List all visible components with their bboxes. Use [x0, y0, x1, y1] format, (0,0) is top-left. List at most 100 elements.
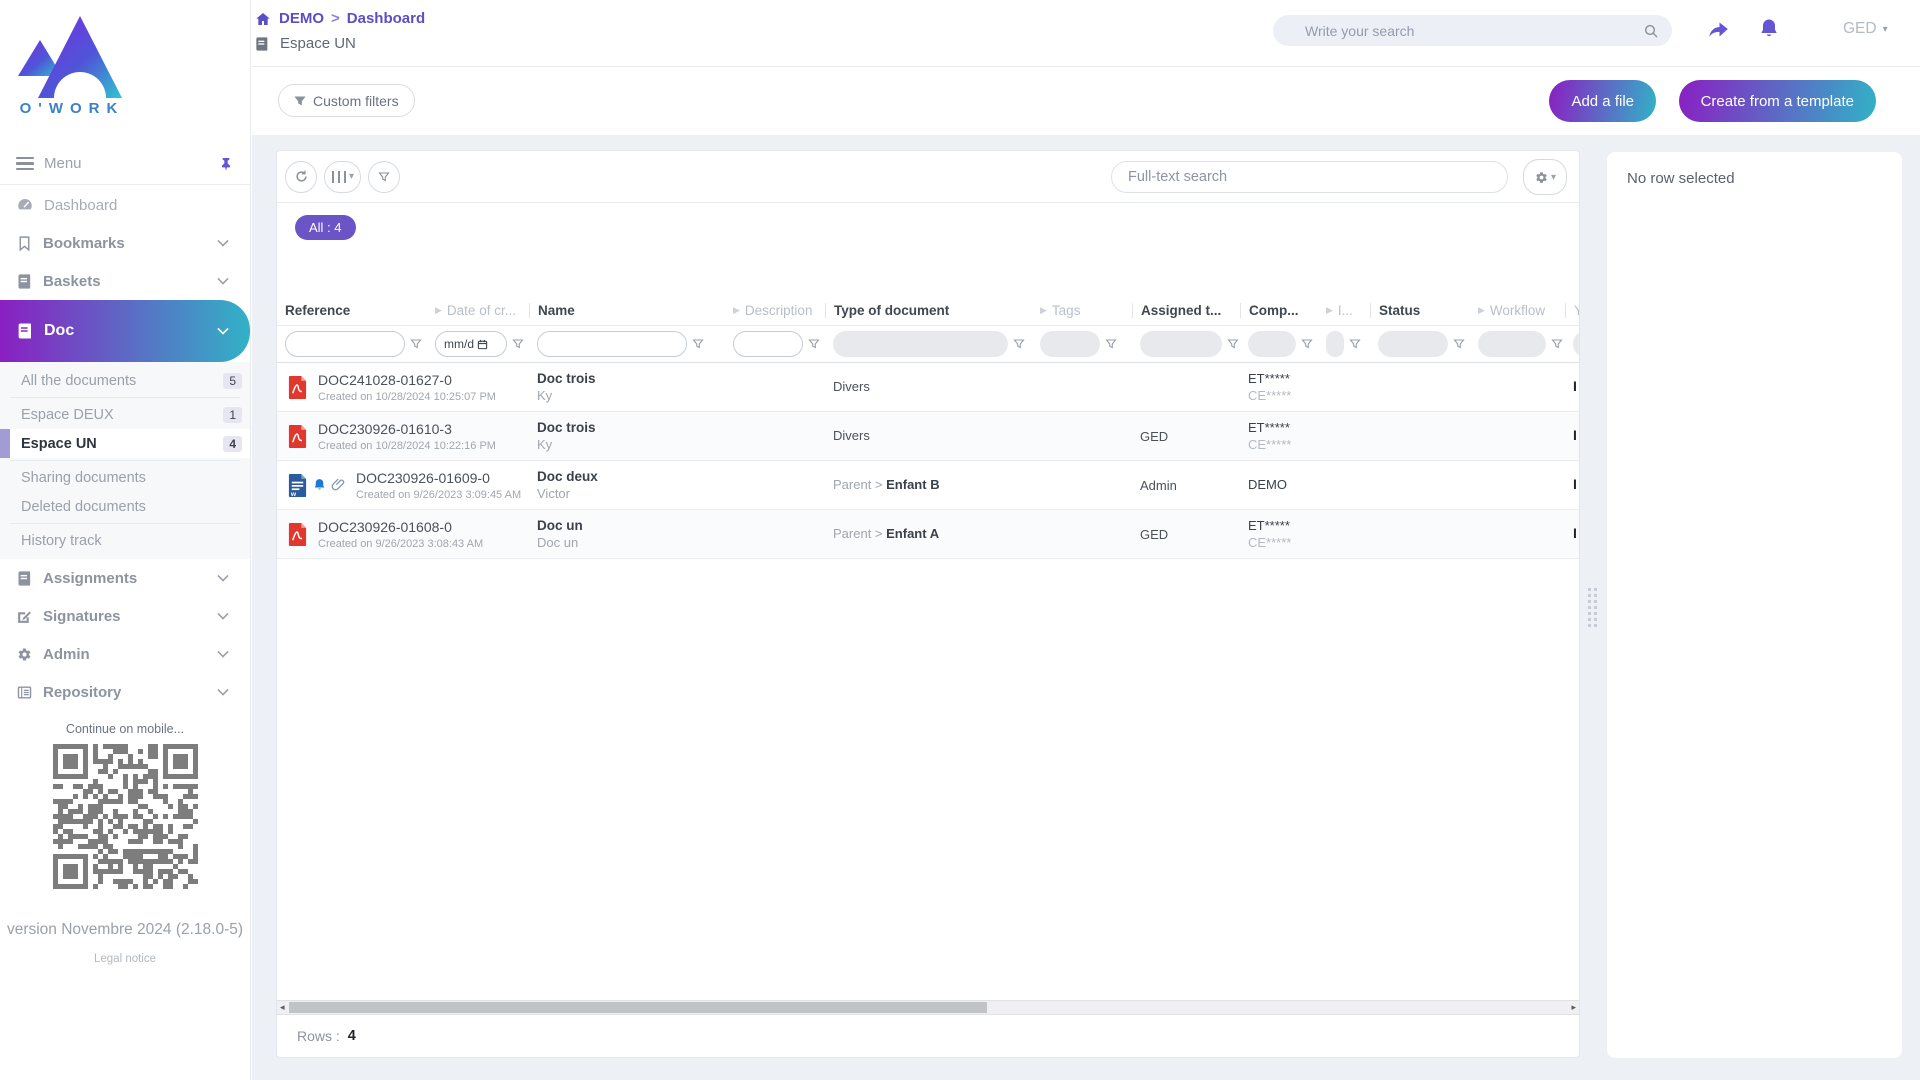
y-filter-input[interactable]: [1573, 331, 1579, 357]
chevron-down-icon: ▾: [1550, 171, 1557, 183]
table-settings-button[interactable]: ▾: [1523, 159, 1567, 195]
chevron-down-icon: [217, 323, 229, 335]
breadcrumb-root[interactable]: DEMO: [279, 10, 324, 27]
document-created: Created on 10/28/2024 10:22:16 PM: [318, 439, 496, 452]
chevron-down-icon: [217, 684, 229, 696]
status-filter-input[interactable]: [1378, 331, 1448, 357]
chevron-down-icon: [217, 608, 229, 620]
funnel-icon: [692, 339, 704, 349]
table-row[interactable]: DOC241028-01627-0 Created on 10/28/2024 …: [277, 363, 1579, 412]
column-header-workflow[interactable]: ▶ Workflow: [1470, 303, 1565, 318]
word-file-icon: w: [288, 473, 307, 498]
search-icon[interactable]: [1643, 23, 1659, 39]
document-reference: DOC241028-01627-0: [318, 371, 452, 388]
pin-icon[interactable]: [218, 156, 234, 172]
table-filter-button[interactable]: [368, 160, 401, 193]
sidebar-item-bookmarks[interactable]: Bookmarks: [0, 224, 250, 262]
expand-arrow-icon: ▶: [733, 304, 740, 315]
document-reference: DOC230926-01608-0: [318, 518, 452, 535]
scroll-left-arrow[interactable]: ◂: [280, 1001, 285, 1014]
column-header-description[interactable]: ▶ Description: [725, 303, 825, 318]
funnel-icon: [1453, 339, 1465, 349]
sidebar-item-all-documents[interactable]: All the documents 5: [0, 366, 250, 395]
table-header-row: Reference ▶ Date of cr... Name ▶ Descripti…: [277, 295, 1579, 325]
date-filter-input[interactable]: mm/d: [435, 331, 507, 357]
clipped-cell-text: I: [1573, 525, 1577, 541]
description-filter-input[interactable]: [733, 331, 803, 357]
gear-icon: [1536, 171, 1547, 183]
fulltext-search-input[interactable]: [1112, 162, 1507, 192]
custom-filters-button[interactable]: Custom filters: [278, 84, 415, 117]
count-badge: 4: [223, 435, 242, 452]
column-header-status[interactable]: Status: [1370, 302, 1470, 318]
count-badge: 5: [223, 372, 242, 389]
assigned-filter-input[interactable]: [1140, 331, 1222, 357]
sidebar-item-sharing-documents[interactable]: Sharing documents: [0, 463, 250, 492]
column-header-i[interactable]: ▶ I...: [1318, 303, 1370, 318]
company-filter-input[interactable]: [1248, 331, 1296, 357]
dashboard-icon: [18, 199, 32, 210]
column-header-reference[interactable]: Reference: [277, 303, 427, 318]
sidebar-item-assignments[interactable]: Assignments: [0, 559, 250, 597]
sidebar-footer: Continue on mobile... version Novembre 2…: [0, 722, 250, 965]
sidebar-menu-toggle[interactable]: Menu: [0, 143, 250, 185]
sidebar-item-deleted-documents[interactable]: Deleted documents: [0, 492, 250, 521]
panel-resize-handle[interactable]: [1588, 588, 1597, 627]
refresh-icon: [295, 170, 307, 182]
version-label: version Novembre 2024 (2.18.0-5): [6, 921, 244, 938]
document-reference: DOC230926-01609-0: [356, 469, 490, 486]
column-header-company[interactable]: Comp...: [1240, 302, 1318, 318]
expand-arrow-icon: ▶: [1478, 304, 1485, 315]
table-row[interactable]: w DOC230926-01609-0 Created on 9/26/2023…: [277, 461, 1579, 510]
sidebar-item-baskets[interactable]: Baskets: [0, 262, 250, 300]
pdf-file-icon: [288, 375, 307, 399]
sidebar-item-dashboard[interactable]: Dashboard: [0, 186, 250, 224]
reference-filter-input[interactable]: [285, 331, 405, 357]
funnel-icon: [808, 339, 820, 349]
sidebar-item-signatures[interactable]: Signatures: [0, 597, 250, 635]
sidebar-item-espace-deux[interactable]: Espace DEUX 1: [0, 400, 250, 429]
notifications-button[interactable]: [1757, 16, 1781, 42]
workflow-filter-input[interactable]: [1478, 331, 1546, 357]
all-rows-filter-pill[interactable]: All : 4: [295, 215, 356, 240]
scrollbar-thumb[interactable]: [289, 1002, 987, 1013]
assigned-to: GED: [1140, 526, 1169, 542]
scroll-right-arrow[interactable]: ▸: [1571, 1001, 1576, 1014]
table-row[interactable]: DOC230926-01608-0 Created on 9/26/2023 3…: [277, 510, 1579, 559]
refresh-button[interactable]: [285, 160, 317, 193]
global-search-input[interactable]: [1305, 15, 1625, 46]
columns-button[interactable]: ▾: [324, 160, 362, 193]
breadcrumb: DEMO > Dashboard Espace UN: [254, 10, 425, 52]
divider: [10, 397, 240, 398]
legal-notice-link[interactable]: Legal notice: [0, 953, 250, 965]
name-filter-input[interactable]: [537, 331, 687, 357]
type-filter-input[interactable]: [833, 331, 1008, 357]
home-icon[interactable]: [254, 11, 272, 27]
divider: [10, 523, 240, 524]
bookmark-icon: [19, 235, 30, 251]
horizontal-scrollbar[interactable]: ◂ ▸: [277, 1000, 1579, 1015]
sidebar-nav: Dashboard Bookmarks Baskets Doc All the …: [0, 186, 250, 711]
sidebar-item-history-track[interactable]: History track: [0, 526, 250, 555]
column-header-y[interactable]: Y...: [1565, 302, 1579, 318]
column-header-tags[interactable]: ▶ Tags: [1032, 303, 1132, 318]
column-header-name[interactable]: Name: [529, 302, 725, 318]
table-row[interactable]: DOC230926-01610-3 Created on 10/28/2024 …: [277, 412, 1579, 461]
sidebar: O'WORK Menu Dashboard Bookmarks Baskets …: [0, 0, 251, 1080]
rows-label: Rows :: [297, 1028, 340, 1044]
i-filter-input[interactable]: [1326, 331, 1344, 357]
breadcrumb-current[interactable]: Dashboard: [347, 10, 425, 27]
sidebar-item-admin[interactable]: Admin: [0, 635, 250, 673]
column-header-type[interactable]: Type of document: [825, 302, 1032, 318]
chevron-down-icon: ▾: [1882, 23, 1888, 35]
create-from-template-button[interactable]: Create from a template: [1678, 80, 1876, 122]
add-file-button[interactable]: Add a file: [1549, 80, 1656, 122]
column-header-assigned[interactable]: Assigned t...: [1132, 302, 1240, 318]
sidebar-item-doc-active[interactable]: Doc: [0, 300, 250, 362]
share-button[interactable]: [1705, 18, 1731, 42]
column-header-date[interactable]: ▶ Date of cr...: [427, 303, 529, 318]
sidebar-item-espace-un[interactable]: Espace UN 4: [0, 429, 250, 458]
user-menu[interactable]: GED ▾: [1843, 20, 1888, 38]
tags-filter-input[interactable]: [1040, 331, 1100, 357]
sidebar-item-repository[interactable]: Repository: [0, 673, 250, 711]
